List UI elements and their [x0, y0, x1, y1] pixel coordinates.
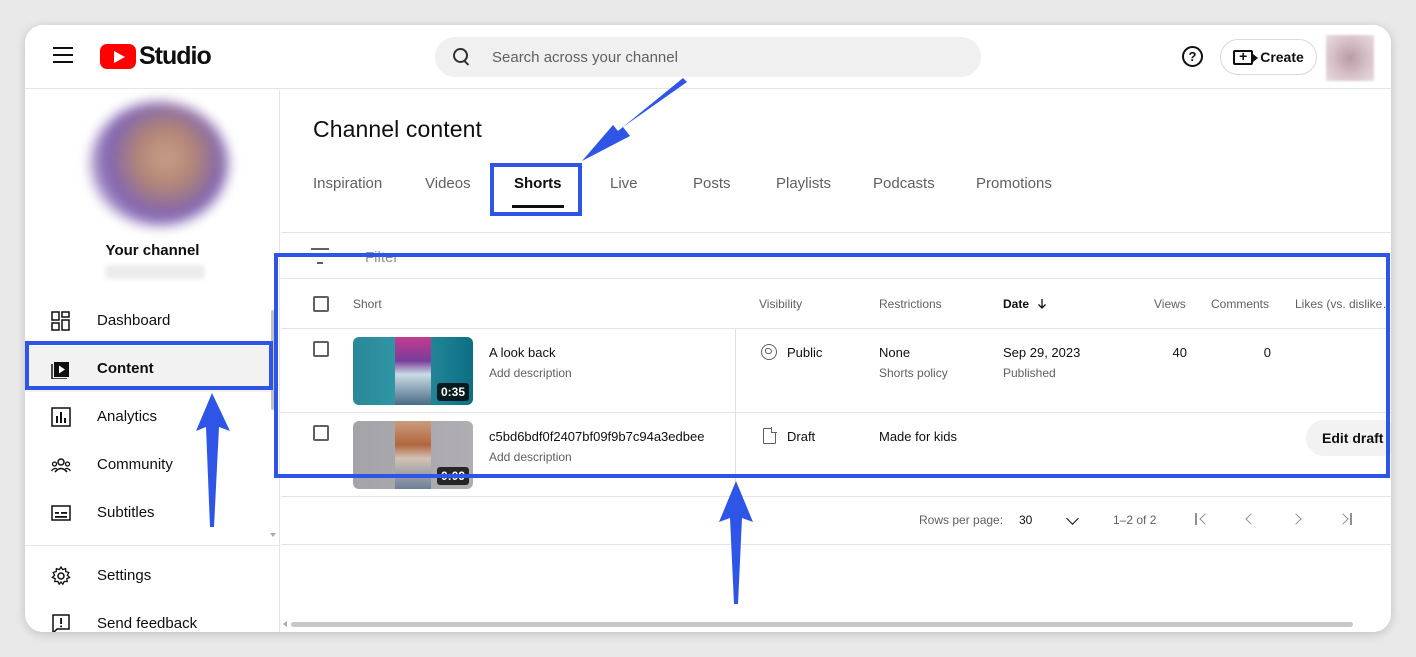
search-input[interactable]	[492, 48, 952, 66]
sidebar-item-analytics[interactable]: Analytics	[25, 394, 277, 440]
menu-icon[interactable]	[53, 47, 73, 63]
sidebar-item-label: Subtitles	[97, 504, 155, 521]
scroll-down-arrow-icon[interactable]	[270, 533, 276, 537]
account-avatar[interactable]	[1326, 35, 1374, 81]
page-range: 1–2 of 2	[1113, 513, 1157, 527]
create-video-icon: +	[1233, 49, 1259, 65]
sidebar-divider	[25, 545, 279, 546]
tab-promotions[interactable]: Promotions	[976, 175, 1052, 192]
first-page-icon[interactable]	[1194, 511, 1211, 527]
analytics-icon	[51, 407, 71, 427]
tab-posts[interactable]: Posts	[693, 175, 731, 192]
sidebar-item-community[interactable]: Community	[25, 442, 277, 488]
sidebar-item-label: Analytics	[97, 408, 158, 425]
tab-playlists[interactable]: Playlists	[776, 175, 831, 192]
rows-per-page-label: Rows per page:	[919, 513, 1004, 527]
channel-avatar[interactable]	[90, 102, 228, 226]
sidebar-item-label: Send feedback	[97, 615, 198, 632]
next-page-icon[interactable]	[1290, 511, 1306, 527]
search-icon[interactable]	[452, 47, 472, 67]
channel-name-blurred	[105, 265, 205, 279]
sidebar-item-label: Dashboard	[97, 312, 171, 329]
rows-per-page-select[interactable]: 30	[1019, 513, 1032, 527]
scroll-left-arrow-icon[interactable]	[283, 621, 287, 627]
tab-videos[interactable]: Videos	[425, 175, 471, 192]
gear-icon	[51, 566, 71, 586]
tabs-divider	[281, 232, 1391, 233]
sidebar-item-label: Settings	[97, 567, 152, 584]
channel-title: Your channel	[105, 242, 200, 259]
tab-podcasts[interactable]: Podcasts	[873, 175, 935, 192]
sidebar-item-subtitles[interactable]: Subtitles	[25, 490, 277, 536]
dashboard-icon	[51, 311, 70, 331]
sidebar-item-settings[interactable]: Settings	[25, 553, 277, 599]
tab-live[interactable]: Live	[610, 175, 638, 192]
pagination-divider	[281, 544, 1391, 545]
sidebar-item-send-feedback[interactable]: Send feedback	[25, 601, 277, 632]
row-divider	[281, 496, 1391, 497]
community-icon	[51, 458, 71, 473]
create-button[interactable]: + Create	[1220, 39, 1317, 75]
highlight-box-content-item	[25, 341, 273, 390]
last-page-icon[interactable]	[1337, 511, 1354, 527]
help-icon[interactable]: ?	[1182, 46, 1203, 67]
search-bar[interactable]	[435, 37, 981, 77]
chevron-down-icon[interactable]	[1066, 512, 1079, 525]
feedback-icon	[52, 614, 70, 632]
youtube-play-icon	[100, 43, 136, 69]
previous-page-icon[interactable]	[1242, 511, 1258, 527]
highlight-box-shorts-tab	[490, 163, 582, 216]
page-title: Channel content	[313, 116, 483, 142]
sidebar-item-label: Community	[97, 456, 173, 473]
studio-logo[interactable]: Studio	[100, 41, 212, 70]
highlight-box-shorts-table	[274, 253, 1390, 478]
logo-text: Studio	[139, 41, 212, 70]
subtitles-icon	[51, 505, 71, 521]
sidebar-item-dashboard[interactable]: Dashboard	[25, 298, 277, 344]
tab-inspiration[interactable]: Inspiration	[313, 175, 382, 192]
horizontal-scrollbar[interactable]	[291, 622, 1353, 627]
top-bar: Studio ? + Create	[25, 25, 1391, 89]
create-label: Create	[1260, 49, 1304, 65]
